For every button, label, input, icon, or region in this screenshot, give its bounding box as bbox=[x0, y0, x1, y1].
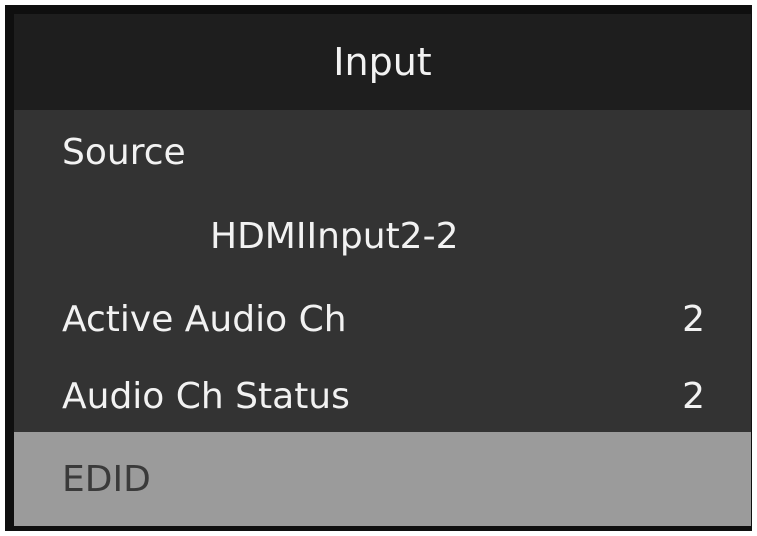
source-value-label: HDMIInput2-2 bbox=[210, 215, 459, 257]
menu-item-label: EDID bbox=[62, 458, 151, 500]
menu-item-label: Audio Ch Status bbox=[62, 375, 350, 417]
menu-item-label: Active Audio Ch bbox=[62, 298, 347, 340]
menu-title: Input bbox=[333, 40, 432, 84]
menu-item-label: Source bbox=[62, 131, 186, 173]
menu-header: Input bbox=[14, 14, 751, 110]
source-value[interactable]: HDMIInput2-2 bbox=[14, 194, 751, 278]
menu-item-value: 2 bbox=[682, 298, 705, 340]
menu-item-audio-ch-status[interactable]: Audio Ch Status 2 bbox=[14, 360, 751, 432]
menu-item-active-audio-ch[interactable]: Active Audio Ch 2 bbox=[14, 278, 751, 360]
input-menu: Input Source HDMIInput2-2 Active Audio C… bbox=[14, 14, 751, 526]
menu-item-source[interactable]: Source bbox=[14, 110, 751, 194]
menu-item-value: 2 bbox=[682, 375, 705, 417]
menu-item-edid[interactable]: EDID bbox=[14, 432, 751, 526]
